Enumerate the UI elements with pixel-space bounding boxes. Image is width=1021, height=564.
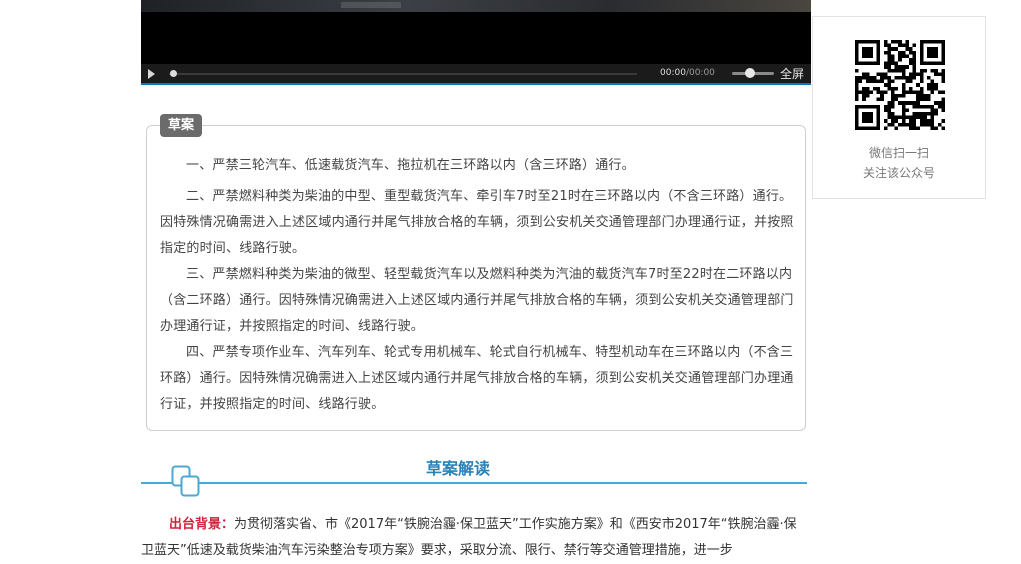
qr-code-image	[855, 40, 945, 130]
play-icon[interactable]	[148, 69, 155, 79]
progress-track[interactable]	[169, 73, 637, 75]
volume-handle[interactable]	[744, 68, 755, 78]
draft-item-3: 三、严禁燃料种类为柴油的微型、轻型载货汽车以及燃料种类为汽油的载货汽车7时至22…	[160, 267, 794, 334]
video-frame-highlight	[341, 2, 401, 8]
video-player[interactable]: 00:00/00:00 全屏	[141, 0, 811, 85]
background-text: 为贯彻落实省、市《2017年“铁腕治霾·保卫蓝天”工作实施方案》和《西安市201…	[141, 517, 797, 558]
progress-handle[interactable]	[170, 70, 177, 77]
draft-tag: 草案	[160, 114, 202, 137]
section-divider	[141, 482, 807, 484]
time-display: 00:00/00:00	[660, 68, 715, 78]
qr-caption-line2: 关注该公众号	[862, 166, 935, 180]
background-label: 出台背景：	[169, 517, 235, 532]
background-paragraph: 出台背景：为贯彻落实省、市《2017年“铁腕治霾·保卫蓝天”工作实施方案》和《西…	[141, 512, 807, 564]
video-frame[interactable]	[141, 0, 811, 12]
duration-time: /00:00	[685, 68, 715, 78]
fullscreen-button[interactable]: 全屏	[780, 65, 804, 82]
section-title: 草案解读	[425, 459, 490, 478]
qr-caption-line1: 微信扫一扫	[868, 146, 929, 160]
draft-item-2: 二、严禁燃料种类为柴油的中型、重型载货汽车、牵引车7时至21时在三环路以内（不含…	[160, 189, 794, 256]
section-icon	[171, 465, 200, 497]
draft-item-4: 四、严禁专项作业车、汽车列车、轮式专用机械车、轮式自行机械车、特型机动车在三环路…	[160, 345, 794, 412]
qr-code-panel: 微信扫一扫 关注该公众号	[812, 16, 986, 199]
draft-item-1: 一、严禁三轮汽车、低速载货汽车、拖拉机在三环路以内（含三环路）通行。	[186, 158, 635, 173]
video-control-bar: 00:00/00:00 全屏	[141, 64, 811, 85]
current-time: 00:00	[660, 68, 686, 78]
